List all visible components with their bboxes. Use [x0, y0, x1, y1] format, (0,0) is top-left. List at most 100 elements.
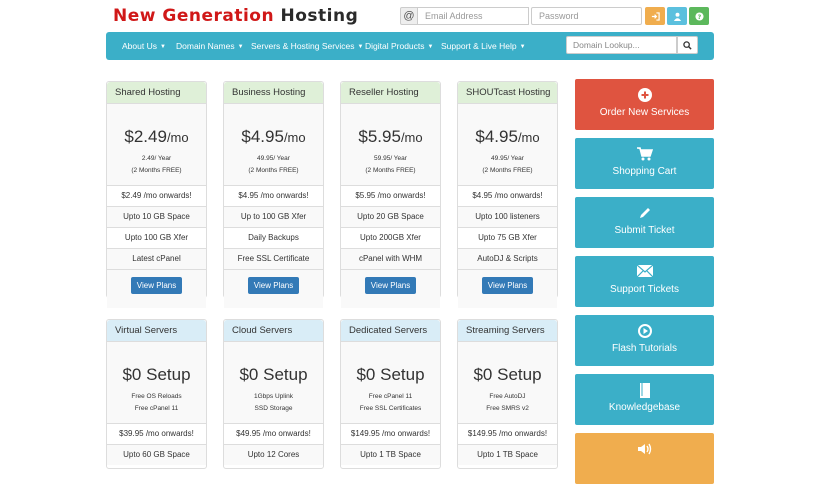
plan-card-virtual-servers: Virtual Servers $0 Setup Free OS Reloads… [106, 319, 207, 469]
user-icon [673, 12, 681, 21]
caret-down-icon: ▼ [427, 44, 434, 50]
nav-label: Support & Live Help [441, 41, 517, 51]
caret-down-icon: ▼ [357, 44, 364, 50]
login-button[interactable] [645, 7, 665, 25]
tile-label: Shopping Cart [612, 166, 677, 177]
tile-label: Knowledgebase [608, 402, 681, 413]
plan-price: $0 Setup [473, 365, 542, 384]
plus-circle-icon [637, 88, 652, 102]
view-plans-button[interactable]: View Plans [131, 277, 182, 294]
register-button[interactable] [667, 7, 687, 25]
at-sign-addon: @ [400, 7, 418, 25]
plan-feature: cPanel with WHM [341, 248, 440, 269]
plan-card-shared-hosting: Shared Hosting $2.49/mo 2.49/ Year (2 Mon… [106, 81, 207, 308]
plan-feature: Upto 75 GB Xfer [458, 227, 557, 248]
plan-feature: Upto 12 Cores [224, 444, 323, 465]
plan-price: $0 Setup [239, 365, 308, 384]
play-circle-icon [637, 324, 652, 338]
shopping-cart-icon [636, 147, 653, 161]
plan-subtext: 49.95/ Year (2 Months FREE) [482, 155, 533, 174]
book-icon [639, 383, 650, 398]
plan-title: Shared Hosting [107, 82, 206, 104]
plan-feature: AutoDJ & Scripts [458, 248, 557, 269]
nav-label: Servers & Hosting Services [251, 41, 355, 51]
plan-title: Reseller Hosting [341, 82, 440, 104]
domain-lookup-button[interactable] [677, 36, 698, 54]
nav-domain-names[interactable]: Domain Names ▼ [176, 32, 244, 60]
plan-title: Streaming Servers [458, 320, 557, 342]
plan-subtext: 1Gbps Uplink SSD Storage [253, 393, 294, 412]
speaker-icon [637, 443, 651, 455]
plan-subtext: Free AutoDJ Free SMRS v2 [486, 393, 529, 412]
plan-card-business-hosting: Business Hosting $4.95/mo 49.95/ Year (2 … [223, 81, 324, 308]
plan-title: Business Hosting [224, 82, 323, 104]
plan-feature: Upto 10 GB Space [107, 206, 206, 227]
question-circle-icon: ? [694, 11, 704, 21]
plan-feature: Free SSL Certificate [224, 248, 323, 269]
plan-subtext: 2.49/ Year (2 Months FREE) [131, 155, 182, 174]
plan-subtext: 49.95/ Year (2 Months FREE) [248, 155, 299, 174]
plan-title: Cloud Servers [224, 320, 323, 342]
plan-title: Virtual Servers [107, 320, 206, 342]
plan-title: SHOUTcast Hosting [458, 82, 557, 104]
view-plans-button[interactable]: View Plans [248, 277, 299, 294]
caret-down-icon: ▼ [159, 44, 166, 50]
plan-subtext: Free cPanel 11 Free SSL Certificates [359, 393, 422, 412]
plan-feature: $4.95 /mo onwards! [458, 185, 557, 206]
plan-feature: Up to 100 GB Xfer [224, 206, 323, 227]
domain-lookup-input[interactable]: Domain Lookup... [566, 36, 677, 54]
plan-feature: $4.95 /mo onwards! [224, 185, 323, 206]
plan-subtext: 59.95/ Year (2 Months FREE) [365, 155, 416, 174]
sign-in-icon [651, 11, 660, 21]
view-plans-button[interactable]: View Plans [365, 277, 416, 294]
email-input[interactable]: Email Address [418, 7, 529, 25]
tile-label: Flash Tutorials [611, 343, 678, 354]
support-tickets-tile[interactable]: Support Tickets [575, 256, 714, 307]
plan-feature: $149.95 /mo onwards! [341, 423, 440, 444]
order-new-services-tile[interactable]: Order New Services [575, 79, 714, 130]
plan-card-dedicated-servers: Dedicated Servers $0 Setup Free cPanel 1… [340, 319, 441, 469]
nav-about-us[interactable]: About Us ▼ [122, 32, 166, 60]
plan-price: $4.95/mo [475, 127, 540, 146]
password-input[interactable]: Password [531, 7, 642, 25]
announcements-tile[interactable] [575, 433, 714, 484]
submit-ticket-tile[interactable]: Submit Ticket [575, 197, 714, 248]
nav-digital-products[interactable]: Digital Products ▼ [365, 32, 433, 60]
plan-feature: Upto 200GB Xfer [341, 227, 440, 248]
site-logo[interactable]: New Generation Hosting [113, 6, 358, 26]
view-plans-button[interactable]: View Plans [482, 277, 533, 294]
plan-price: $0 Setup [356, 365, 425, 384]
plan-feature: Daily Backups [224, 227, 323, 248]
plan-title: Dedicated Servers [341, 320, 440, 342]
nav-servers-hosting[interactable]: Servers & Hosting Services ▼ [251, 32, 363, 60]
shopping-cart-tile[interactable]: Shopping Cart [575, 138, 714, 189]
help-button[interactable]: ? [689, 7, 709, 25]
plan-feature: Upto 20 GB Space [341, 206, 440, 227]
plan-feature: Upto 1 TB Space [341, 444, 440, 465]
nav-label: Digital Products [365, 41, 425, 51]
svg-text:?: ? [697, 14, 701, 21]
nav-support-live-help[interactable]: Support & Live Help ▼ [441, 32, 526, 60]
flash-tutorials-tile[interactable]: Flash Tutorials [575, 315, 714, 366]
plan-feature: Upto 100 listeners [458, 206, 557, 227]
plan-feature: $39.95 /mo onwards! [107, 423, 206, 444]
plan-feature: Upto 100 GB Xfer [107, 227, 206, 248]
envelope-icon [636, 265, 653, 277]
tile-label: Submit Ticket [614, 225, 675, 236]
plan-feature: $149.95 /mo onwards! [458, 423, 557, 444]
search-icon [683, 40, 692, 50]
plan-card-shoutcast-hosting: SHOUTcast Hosting $4.95/mo 49.95/ Year (2… [457, 81, 558, 308]
plan-card-reseller-hosting: Reseller Hosting $5.95/mo 59.95/ Year (2 … [340, 81, 441, 308]
caret-down-icon: ▼ [237, 44, 244, 50]
pencil-icon [639, 208, 650, 218]
plan-feature: Upto 1 TB Space [458, 444, 557, 465]
knowledgebase-tile[interactable]: Knowledgebase [575, 374, 714, 425]
plan-feature: Upto 60 GB Space [107, 444, 206, 465]
plan-card-streaming-servers: Streaming Servers $0 Setup Free AutoDJ Fr… [457, 319, 558, 469]
plan-feature: $49.95 /mo onwards! [224, 423, 323, 444]
logo-text-part2: Hosting [280, 6, 359, 26]
plan-subtext: Free OS Reloads Free cPanel 11 [131, 393, 182, 412]
caret-down-icon: ▼ [519, 44, 526, 50]
plan-price: $4.95/mo [241, 127, 306, 146]
plan-card-cloud-servers: Cloud Servers $0 Setup 1Gbps Uplink SSD S… [223, 319, 324, 469]
